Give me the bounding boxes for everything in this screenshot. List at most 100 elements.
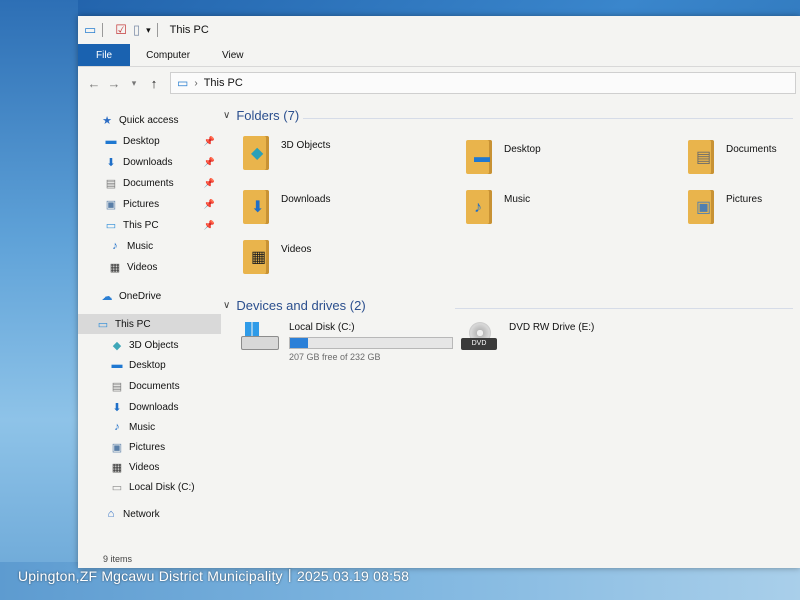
pin-icon[interactable]: 📌 xyxy=(204,157,215,168)
folder-overlay-glyph: ▦ xyxy=(251,249,267,266)
up-arrow-icon[interactable]: ↑ xyxy=(144,76,164,91)
folder-tile-downloads[interactable]: ⬇ Downloads xyxy=(243,190,330,224)
sidebar-item-label: Documents xyxy=(123,177,174,189)
navigation-bar: ← → ▾ ↑ ▭ › This PC xyxy=(78,70,800,96)
sidebar-item-desktop[interactable]: ▬ Desktop xyxy=(78,355,221,375)
navigation-pane: ★ Quick access ▬ Desktop 📌 ⬇ Downloads 📌 ▤ Docume… xyxy=(78,110,221,540)
pin-icon[interactable]: 📌 xyxy=(204,199,215,210)
computer-icon[interactable]: ▭ xyxy=(84,22,96,38)
sidebar-item-label: Music xyxy=(129,421,156,433)
forward-arrow-icon[interactable]: → xyxy=(104,76,124,91)
sidebar-item-label: Documents xyxy=(129,380,180,392)
star-icon: ★ xyxy=(102,114,112,127)
folder-tile-documents[interactable]: ▤ Documents xyxy=(688,140,777,174)
folder-tile-music[interactable]: ♪ Music xyxy=(466,190,530,224)
film-icon: ▦ xyxy=(109,261,121,274)
sidebar-item-onedrive[interactable]: ☁ OneDrive xyxy=(78,286,221,306)
drive-local-c[interactable]: Local Disk (C:) 207 GB free of 232 GB xyxy=(241,322,453,362)
folder-overlay-glyph: ♪ xyxy=(474,199,482,216)
tab-view[interactable]: View xyxy=(206,44,260,66)
cube-icon: ◆ xyxy=(112,339,122,352)
drive-info: DVD RW Drive (E:) xyxy=(509,322,594,333)
tab-file[interactable]: File xyxy=(78,44,131,66)
pictures-folder-icon: ▣ xyxy=(688,190,714,224)
computer-icon: ▭ xyxy=(105,219,117,232)
documents-folder-icon: ▤ xyxy=(688,140,714,174)
videos-folder-icon: ▦ xyxy=(243,240,269,274)
folder-overlay-glyph: ⬇ xyxy=(251,199,265,216)
sidebar-item-this-pc[interactable]: ▭ This PC 📌 xyxy=(78,215,221,235)
sidebar-item-videos[interactable]: ▦ Videos xyxy=(78,457,221,477)
devices-section-header[interactable]: ∨ Devices and drives (2) xyxy=(223,298,366,313)
pin-icon[interactable]: 📌 xyxy=(204,178,215,189)
desktop-edge xyxy=(0,0,78,600)
3d-objects-folder-icon: ◆ xyxy=(243,136,269,170)
sidebar-item-label: This PC xyxy=(123,219,159,231)
computer-icon: ▭ xyxy=(177,76,189,90)
sidebar-item-label: Downloads xyxy=(123,156,173,168)
divider xyxy=(102,23,104,37)
desktop-icon: ▬ xyxy=(111,359,123,371)
tab-computer[interactable]: Computer xyxy=(130,44,206,66)
title-bar: ▭ ☑ ▯ ▾ This PC xyxy=(78,16,800,44)
folder-tile-videos[interactable]: ▦ Videos xyxy=(243,240,311,274)
cloud-icon: ☁ xyxy=(101,290,113,303)
location-timestamp-overlay: Upington,ZF Mgcawu District Municipality… xyxy=(18,568,410,584)
film-icon: ▦ xyxy=(111,461,123,474)
music-note-icon: ♪ xyxy=(114,421,120,433)
drive-dvd-e[interactable]: DVD DVD RW Drive (E:) xyxy=(461,322,594,352)
folder-label: 3D Objects xyxy=(281,140,331,151)
folder-overlay-glyph: ◆ xyxy=(251,145,264,162)
chevron-down-icon: ∨ xyxy=(223,300,231,311)
breadcrumb-separator-icon[interactable]: › xyxy=(194,78,197,89)
sidebar-item-downloads[interactable]: ⬇ Downloads 📌 xyxy=(78,152,221,172)
sidebar-item-3d-objects[interactable]: ◆ 3D Objects xyxy=(78,335,221,355)
properties-check-icon[interactable]: ☑ xyxy=(115,22,127,38)
folder-tile-pictures[interactable]: ▣ Pictures xyxy=(688,190,762,224)
sidebar-item-label: Music xyxy=(127,240,154,252)
download-arrow-icon: ⬇ xyxy=(112,401,122,414)
network-icon: ⌂ xyxy=(107,508,115,520)
window-title: This PC xyxy=(169,24,209,36)
sidebar-item-this-pc[interactable]: ▭ This PC xyxy=(78,314,221,334)
breadcrumb-this-pc[interactable]: This PC xyxy=(204,77,243,89)
folders-section-label: Folders (7) xyxy=(236,108,300,123)
sidebar-item-documents[interactable]: ▤ Documents xyxy=(78,376,221,396)
folder-label: Downloads xyxy=(281,194,331,205)
sidebar-item-label: Pictures xyxy=(129,441,166,453)
sidebar-item-label: Local Disk (C:) xyxy=(129,481,195,493)
folders-section-header[interactable]: ∨ Folders (7) xyxy=(223,108,299,123)
sidebar-item-downloads[interactable]: ⬇ Downloads xyxy=(78,397,221,417)
sidebar-item-label: Videos xyxy=(129,461,160,473)
sidebar-item-desktop[interactable]: ▬ Desktop 📌 xyxy=(78,131,221,151)
music-folder-icon: ♪ xyxy=(466,190,492,224)
sidebar-item-videos[interactable]: ▦ Videos xyxy=(78,257,221,277)
folder-tile-3d-objects[interactable]: ◆ 3D Objects xyxy=(243,136,330,170)
sidebar-item-label: Desktop xyxy=(129,359,166,371)
sidebar-item-pictures[interactable]: ▣ Pictures 📌 xyxy=(78,194,221,214)
sidebar-item-music[interactable]: ♪ Music xyxy=(78,417,221,437)
folder-tile-desktop[interactable]: ▬ Desktop xyxy=(466,140,541,174)
folder-overlay-glyph: ▤ xyxy=(696,149,712,166)
address-bar[interactable]: ▭ › This PC xyxy=(170,72,796,94)
download-arrow-icon: ⬇ xyxy=(106,156,116,169)
folder-label: Music xyxy=(504,194,531,205)
sidebar-item-local-disk-c[interactable]: ▭ Local Disk (C:) xyxy=(78,477,221,497)
computer-icon: ▭ xyxy=(97,318,109,331)
pin-icon[interactable]: 📌 xyxy=(204,136,215,147)
document-icon: ▤ xyxy=(105,177,117,190)
quick-access-dropdown-icon[interactable]: ▾ xyxy=(146,25,151,36)
sidebar-item-documents[interactable]: ▤ Documents 📌 xyxy=(78,173,221,193)
drive-usage-bar xyxy=(289,337,453,349)
sidebar-item-music[interactable]: ♪ Music xyxy=(78,236,221,256)
pin-icon[interactable]: 📌 xyxy=(204,220,215,231)
desktop-folder-icon: ▬ xyxy=(466,140,492,174)
sidebar-item-network[interactable]: ⌂ Network xyxy=(78,504,221,524)
recent-locations-chevron-icon[interactable]: ▾ xyxy=(124,78,144,89)
sidebar-item-pictures[interactable]: ▣ Pictures xyxy=(78,437,221,457)
new-folder-icon[interactable]: ▯ xyxy=(133,22,140,38)
back-arrow-icon[interactable]: ← xyxy=(84,76,104,91)
music-note-icon: ♪ xyxy=(112,240,118,252)
folder-label: Pictures xyxy=(726,194,763,205)
sidebar-item-quick-access[interactable]: ★ Quick access xyxy=(78,110,221,130)
